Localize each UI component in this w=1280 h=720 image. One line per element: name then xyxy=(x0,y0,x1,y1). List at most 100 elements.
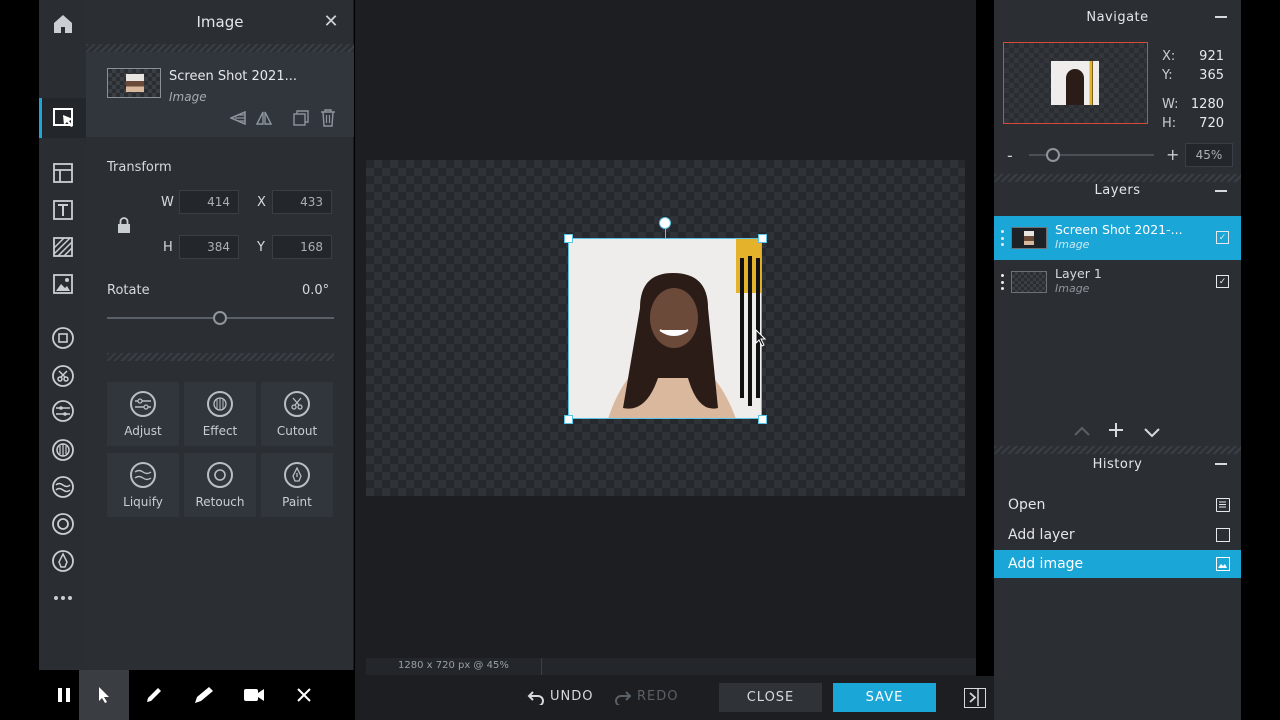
home-icon[interactable] xyxy=(39,4,86,44)
more-icon[interactable] xyxy=(39,580,86,616)
move-layer-down-icon[interactable] xyxy=(1143,424,1161,443)
layer-name: Screen Shot 2021... xyxy=(169,69,297,84)
panel-title: Image xyxy=(196,13,244,31)
resize-handle-tl[interactable] xyxy=(564,234,573,243)
liquify-button[interactable]: Liquify xyxy=(107,453,179,517)
rotate-handle[interactable] xyxy=(659,217,671,229)
cutout-tool-icon[interactable] xyxy=(39,358,86,394)
resize-handle-br[interactable] xyxy=(758,415,767,424)
history-item-open[interactable]: Open xyxy=(994,491,1241,519)
flip-icon[interactable] xyxy=(254,108,274,128)
rotate-slider-knob[interactable] xyxy=(213,311,227,325)
collapse-layers-icon[interactable] xyxy=(1215,190,1227,192)
layer-name: Layer 1 xyxy=(1055,266,1102,281)
add-layer-icon[interactable] xyxy=(1108,422,1124,442)
crop-tool-icon[interactable] xyxy=(39,320,86,356)
zoom-out-button[interactable]: - xyxy=(1007,146,1013,165)
cutout-button[interactable]: Cutout xyxy=(261,382,333,446)
collapse-navigate-icon[interactable] xyxy=(1215,16,1227,18)
adjust-tool-icon[interactable] xyxy=(39,393,86,429)
cursor-icon xyxy=(755,328,767,347)
recorder-bar xyxy=(39,670,355,720)
paint-icon xyxy=(284,461,310,488)
adjust-label: Adjust xyxy=(124,423,162,438)
status-bar: 1280 x 720 px @ 45% xyxy=(366,658,976,675)
move-layer-up-icon[interactable] xyxy=(1073,422,1091,441)
effect-button[interactable]: Effect xyxy=(184,382,256,446)
highlighter-icon[interactable] xyxy=(179,670,229,720)
text-tool-icon[interactable] xyxy=(39,192,86,228)
navigate-title: Navigate xyxy=(1086,9,1149,25)
layer-row-screenshot[interactable]: Screen Shot 2021-... Image ✓ xyxy=(994,216,1241,260)
left-edge xyxy=(0,0,39,720)
selection-frame[interactable] xyxy=(568,238,762,419)
navigator-preview[interactable] xyxy=(1003,42,1148,124)
close-button[interactable]: CLOSE xyxy=(719,683,822,712)
duplicate-icon[interactable] xyxy=(291,108,311,128)
retouch-tool-icon[interactable] xyxy=(39,506,86,542)
image-tool-icon[interactable] xyxy=(39,266,86,302)
x-input[interactable]: 433 xyxy=(272,190,332,214)
y-input[interactable]: 168 xyxy=(272,235,332,259)
history-title: History xyxy=(1092,456,1143,472)
divider xyxy=(86,44,354,52)
nav-y-label: Y: xyxy=(1162,68,1173,83)
layer-visibility-checkbox[interactable]: ✓ xyxy=(1216,231,1229,244)
drag-handle-icon[interactable] xyxy=(1001,230,1004,246)
transform-label: Transform xyxy=(107,160,172,175)
save-button[interactable]: SAVE xyxy=(833,683,936,712)
layers-title: Layers xyxy=(1094,182,1141,198)
image-icon xyxy=(1216,557,1230,571)
resize-handle-tr[interactable] xyxy=(758,234,767,243)
history-item-add-layer[interactable]: Add layer xyxy=(994,521,1241,549)
retouch-label: Retouch xyxy=(195,494,245,509)
redo-button[interactable]: REDO xyxy=(637,689,679,704)
pointer-icon[interactable] xyxy=(79,670,129,720)
pattern-tool-icon[interactable] xyxy=(39,229,86,265)
liquify-tool-icon[interactable] xyxy=(39,469,86,505)
pen-icon[interactable] xyxy=(129,670,179,720)
adjust-icon xyxy=(130,390,156,417)
paint-button[interactable]: Paint xyxy=(261,453,333,517)
lock-icon[interactable] xyxy=(114,215,134,235)
layer-type: Image xyxy=(1055,238,1090,251)
w-label: W xyxy=(161,195,174,210)
effect-tool-icon[interactable] xyxy=(39,432,86,468)
history-label: Open xyxy=(1008,497,1046,513)
close-recorder-icon[interactable] xyxy=(279,670,329,720)
collapse-history-icon[interactable] xyxy=(1215,463,1227,465)
effect-label: Effect xyxy=(202,423,238,438)
redo-icon[interactable] xyxy=(614,689,632,707)
layer-type: Image xyxy=(1055,282,1090,295)
camera-icon[interactable] xyxy=(229,670,279,720)
layer-name: Screen Shot 2021-... xyxy=(1055,222,1183,237)
layout-tool-icon[interactable] xyxy=(39,155,86,191)
height-input[interactable]: 384 xyxy=(179,235,239,259)
align-icon[interactable] xyxy=(228,108,248,128)
toggle-panel-icon[interactable] xyxy=(964,688,986,708)
width-input[interactable]: 414 xyxy=(179,190,239,214)
arrange-tool-icon[interactable] xyxy=(39,98,86,138)
nav-x-value: 921 xyxy=(1199,49,1224,64)
close-icon[interactable]: ✕ xyxy=(321,12,341,32)
paint-tool-icon[interactable] xyxy=(39,543,86,579)
resize-handle-bl[interactable] xyxy=(564,415,573,424)
undo-icon[interactable] xyxy=(527,689,545,707)
layer-row-layer1[interactable]: Layer 1 Image ✓ xyxy=(994,260,1241,304)
tool-column xyxy=(39,0,86,720)
divider xyxy=(107,353,334,361)
layer-visibility-checkbox[interactable]: ✓ xyxy=(1216,275,1229,288)
undo-button[interactable]: UNDO xyxy=(550,689,593,704)
history-label: Add layer xyxy=(1008,527,1075,543)
retouch-button[interactable]: Retouch xyxy=(184,453,256,517)
zoom-in-button[interactable]: + xyxy=(1166,145,1179,164)
delete-icon[interactable] xyxy=(318,108,338,128)
history-item-add-image[interactable]: Add image xyxy=(994,550,1241,578)
h-label: H xyxy=(163,240,173,255)
layer-card xyxy=(86,52,354,137)
zoom-input[interactable]: 45% xyxy=(1185,143,1233,167)
drag-handle-icon[interactable] xyxy=(1001,274,1004,290)
zoom-slider-knob[interactable] xyxy=(1046,148,1060,162)
image-properties-panel: Image ✕ Screen Shot 2021... Image Transf… xyxy=(86,0,354,720)
adjust-button[interactable]: Adjust xyxy=(107,382,179,446)
